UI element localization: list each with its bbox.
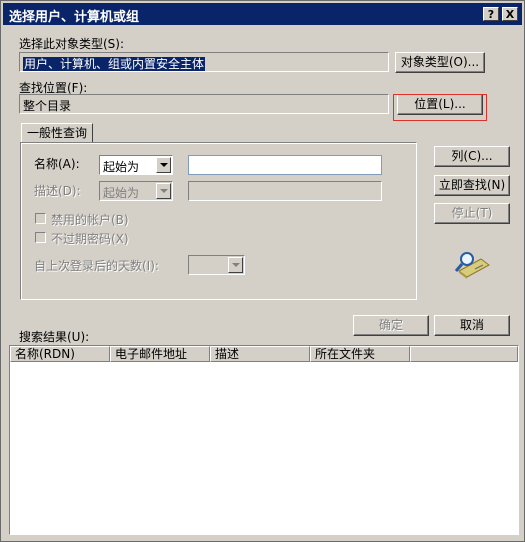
disabled-accounts-label: 禁用的帐户(B) (51, 213, 129, 227)
title-bar: 选择用户、计算机或组 ? X (3, 3, 522, 25)
disabled-accounts-checkbox (35, 213, 46, 224)
description-label: 描述(D): (34, 184, 81, 198)
non-expiring-password-label: 不过期密码(X) (51, 232, 129, 246)
column-header-email[interactable]: 电子邮件地址 (110, 346, 210, 362)
chevron-down-icon (228, 257, 243, 273)
search-key-icon (453, 249, 491, 279)
column-header-description[interactable]: 描述 (210, 346, 310, 362)
locations-button[interactable]: 位置(L)... (397, 94, 483, 115)
name-input[interactable] (188, 155, 382, 175)
description-input (188, 181, 382, 201)
name-mode-select[interactable]: 起始为 (99, 155, 173, 175)
object-type-value: 用户、计算机、组或内置安全主体 (23, 57, 206, 71)
ok-button: 确定 (353, 315, 429, 336)
tab-general-queries[interactable]: 一般性查询 (21, 123, 93, 143)
window-title: 选择用户、计算机或组 (9, 10, 140, 25)
object-type-label: 选择此对象类型(S): (19, 37, 125, 51)
description-mode-value: 起始为 (103, 186, 140, 200)
name-mode-value: 起始为 (103, 160, 140, 174)
column-header-blank (410, 346, 518, 362)
description-mode-select: 起始为 (99, 181, 173, 201)
close-button[interactable]: X (502, 7, 518, 21)
object-types-button[interactable]: 对象类型(O)... (395, 52, 485, 73)
search-results-list[interactable]: 名称(RDN) 电子邮件地址 描述 所在文件夹 (9, 345, 519, 535)
select-users-dialog: 选择用户、计算机或组 ? X 选择此对象类型(S): 用户、计算机、组或内置安全… (0, 0, 525, 542)
find-now-button[interactable]: 立即查找(N) (434, 175, 510, 196)
search-results-label: 搜索结果(U): (19, 330, 90, 344)
columns-button[interactable]: 列(C)... (434, 146, 510, 167)
chevron-down-icon[interactable] (156, 157, 171, 173)
column-header-folder[interactable]: 所在文件夹 (310, 346, 410, 362)
stop-button: 停止(T) (434, 203, 510, 224)
days-since-logon-select (188, 255, 245, 275)
cancel-button[interactable]: 取消 (434, 315, 510, 336)
chevron-down-icon (156, 183, 171, 199)
non-expiring-password-checkbox (35, 232, 46, 243)
column-header-name[interactable]: 名称(RDN) (10, 346, 110, 362)
days-since-logon-label: 自上次登录后的天数(I): (34, 259, 159, 273)
name-label: 名称(A): (34, 157, 80, 171)
location-field: 整个目录 (19, 94, 389, 114)
help-button[interactable]: ? (483, 7, 499, 21)
object-type-field: 用户、计算机、组或内置安全主体 (19, 52, 389, 72)
